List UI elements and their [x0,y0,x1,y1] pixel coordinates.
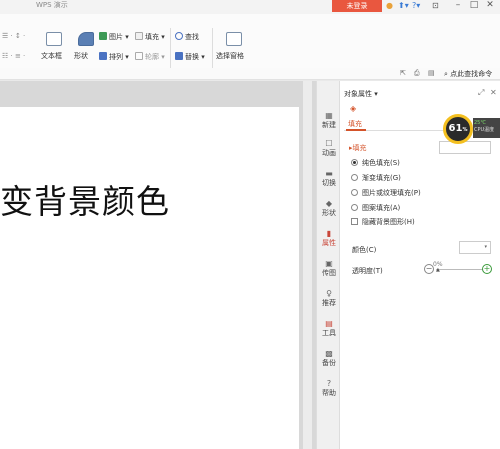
arrange-icon [99,52,107,60]
cpu-usage-widget[interactable]: 61% [443,114,473,144]
help-icon[interactable]: ?▾ [412,1,420,10]
divider [212,28,213,72]
tab-active-indicator [346,129,366,131]
close-button[interactable]: ✕ [482,0,498,12]
indent-icon[interactable]: ☷ · ≡ · [2,52,25,61]
slide-canvas[interactable]: 变背景颜色 [0,107,299,449]
checkbox-icon [351,218,358,225]
fill-button[interactable]: 填充 ▾ [135,32,165,42]
layout-icon[interactable]: ▤ [428,69,435,78]
transparency-label: 透明度(T) [352,267,383,275]
tab-fill[interactable]: 填充 [348,119,362,129]
slide-text[interactable]: 变背景颜色 [0,175,170,223]
textbox-button[interactable]: 文本框 [41,52,62,61]
transparency-slider[interactable] [436,269,484,270]
paragraph-icon[interactable]: ☰ · ↕ · [2,32,25,41]
replace-button[interactable]: 替换 ▾ [175,52,205,62]
quick-bar: ⇱ ⎙ ▤ ⌕ 点此查找命令 [0,68,500,80]
right-sidebar: ▦ 新建 ☐ 动画 ▬ 切换 ◆ 形状 ▮ 属性 ▣ 传图 ♀ 推荐 ▤ 工具 ▩ 备份 ? 帮助 [316,81,340,449]
slider-thumb[interactable]: ▲ [436,267,440,273]
float-icon[interactable]: ⤢ [478,88,484,98]
vertical-scrollbar[interactable] [303,81,312,449]
outline-button[interactable]: 轮廓 ▾ [135,52,165,62]
toolbox-icon: ▤ [325,319,333,328]
radio-selected-icon [351,159,358,166]
sidebar-item-transition[interactable]: ▬ 切换 [317,169,341,188]
select-pane-icon[interactable] [226,32,242,46]
search-icon: ⌕ [444,70,448,78]
shape-icon[interactable] [78,32,94,46]
upload-image-icon: ▣ [325,259,333,268]
section-fill-toggle[interactable]: ▸填充 [349,143,367,153]
fill-preview-box [439,141,491,154]
help-icon: ? [326,379,332,388]
color-dropdown[interactable]: ▾ [459,241,491,254]
pattern-fill-option[interactable]: 图案填充(A) [351,203,400,213]
sidebar-item-animation[interactable]: ☐ 动画 [317,139,341,158]
recommend-icon: ♀ [326,289,332,298]
search-command[interactable]: ⌕ 点此查找命令 [444,69,492,79]
print-icon[interactable]: ⎙ [414,69,420,78]
app-title: WPS 演示 [36,1,68,9]
sidebar-item-properties[interactable]: ▮ 属性 [317,229,341,248]
hide-background-checkbox[interactable]: 隐藏背景图形(H) [351,217,415,227]
sidebar-item-recommend[interactable]: ♀ 推荐 [317,289,341,308]
radio-icon [351,204,358,211]
maximize-button[interactable]: □ [466,0,482,12]
sidebar-item-backup[interactable]: ▩ 备份 [317,349,341,368]
radio-icon [351,189,358,196]
cpu-temp-panel: 25℃ CPU温度 [473,118,500,138]
editing-area: 变背景颜色 [0,81,316,449]
properties-icon: ▮ [326,229,332,238]
fill-icon [135,32,143,40]
picture-icon [99,32,107,40]
panel-close-icon[interactable]: ✕ [490,88,497,97]
cpu-temp-label: CPU温度 [474,127,495,133]
login-button[interactable]: 未登录 [332,0,382,12]
shape-icon: ◆ [325,199,333,208]
backup-icon: ▩ [325,349,333,358]
new-icon: ▦ [325,111,333,120]
transparency-increase-button[interactable]: + [482,264,492,274]
animation-icon: ☐ [325,139,333,148]
cpu-temp-value: 25℃ [474,120,486,126]
picture-fill-option[interactable]: 图片或纹理填充(P) [351,188,421,198]
solid-fill-option[interactable]: 纯色填充(S) [351,158,400,168]
find-icon [175,32,183,40]
sidebar-item-upload-image[interactable]: ▣ 传图 [317,259,341,278]
panel-title[interactable]: 对象属性 ▾ [344,89,378,99]
outline-icon [135,52,143,60]
restore-icon[interactable]: ⊡ [432,1,439,10]
divider [170,28,171,72]
sidebar-item-help[interactable]: ? 帮助 [317,379,341,398]
minimize-button[interactable]: – [450,0,466,12]
radio-icon [351,174,358,181]
replace-icon [175,52,183,60]
textbox-icon[interactable] [46,32,62,46]
select-pane-button[interactable]: 选择窗格 [216,52,244,61]
title-bar: WPS 演示 未登录 ● ⬆▾ ?▾ ⊡ – □ ✕ [0,0,500,14]
sidebar-item-tools[interactable]: ▤ 工具 [317,319,341,338]
skin-icon[interactable]: ● [386,1,393,10]
picture-button[interactable]: 图片 ▾ [99,32,129,42]
gradient-fill-option[interactable]: 渐变填充(G) [351,173,401,183]
shape-button[interactable]: 形状 [74,52,88,61]
fill-bucket-icon: ◈ [350,104,357,113]
sidebar-item-shape[interactable]: ◆ 形状 [317,199,341,218]
pin-icon[interactable]: ⇱ [400,69,406,78]
arrange-button[interactable]: 排列 ▾ [99,52,129,62]
find-button[interactable]: 查找 [175,32,199,42]
share-icon[interactable]: ⬆▾ [398,1,409,10]
color-label: 颜色(C) [352,246,377,254]
transition-icon: ▬ [325,169,333,178]
sidebar-item-new[interactable]: ▦ 新建 [317,111,341,130]
chevron-down-icon: ▾ [484,244,487,250]
